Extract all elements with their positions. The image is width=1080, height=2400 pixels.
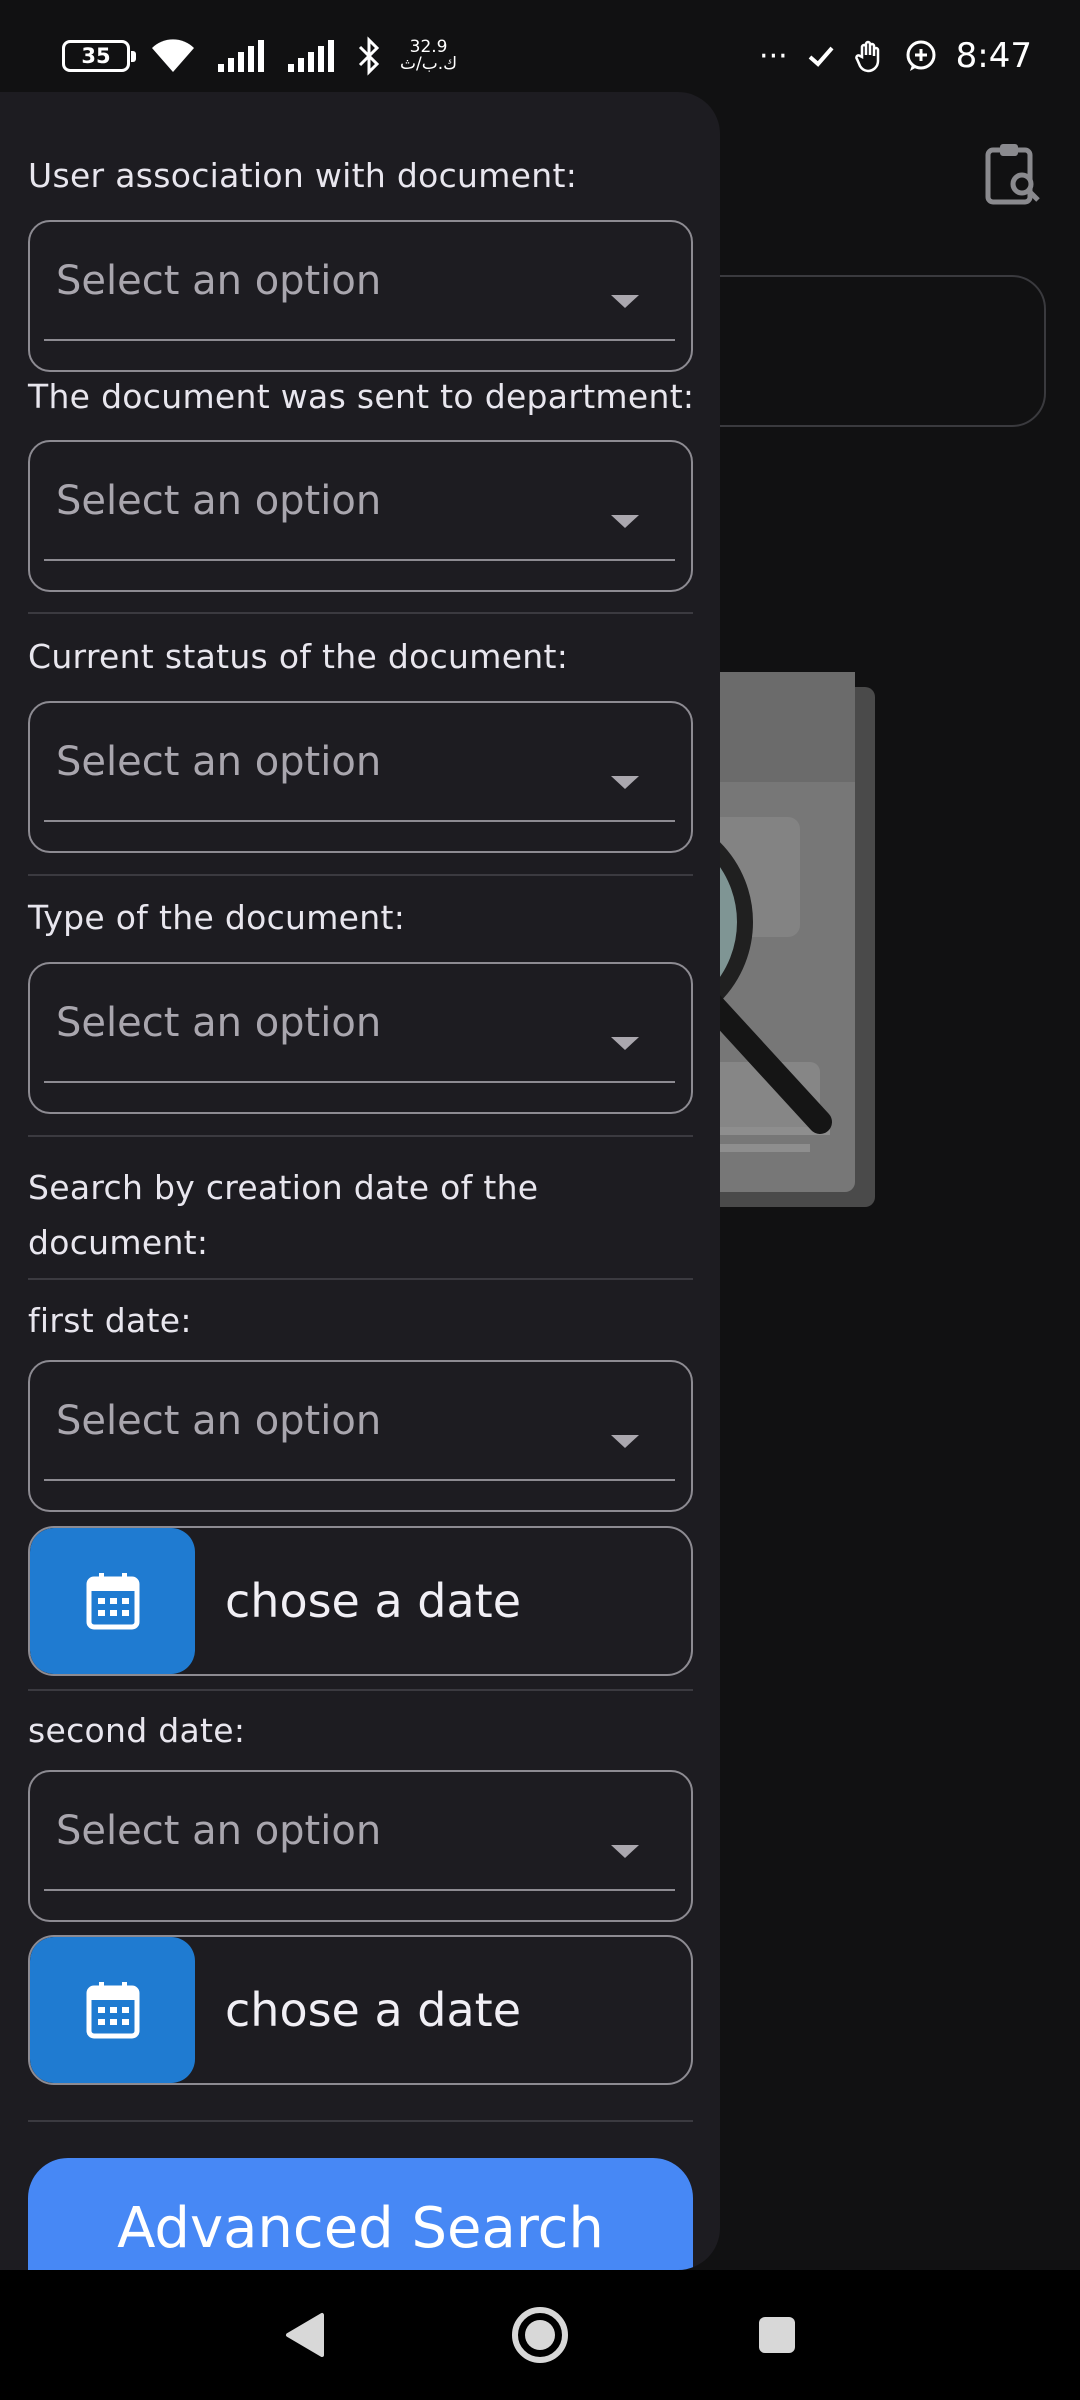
clock: 8:47	[955, 36, 1032, 76]
dropdown-arrow-icon[interactable]	[611, 1435, 639, 1448]
signal-icon	[288, 40, 334, 72]
status-select[interactable]: Select an option	[28, 701, 693, 853]
battery-level: 35	[81, 44, 111, 68]
speed-unit: ك.ب/ث	[400, 54, 458, 74]
divider	[28, 1135, 693, 1137]
recents-button[interactable]	[752, 2270, 802, 2400]
divider	[28, 612, 693, 614]
second-date-label: second date:	[28, 1711, 246, 1750]
type-select[interactable]: Select an option	[28, 962, 693, 1114]
hand-icon	[854, 40, 879, 73]
navigation-bar	[0, 2270, 1080, 2400]
advanced-search-drawer: User association with document: Select a…	[0, 92, 720, 2270]
calendar-icon	[86, 1982, 139, 2039]
status-label: Current status of the document:	[28, 637, 569, 676]
back-button[interactable]	[270, 2270, 340, 2400]
network-speed: 32.9 ك.ب/ث	[400, 39, 457, 73]
date-button-label: chose a date	[225, 1983, 522, 2037]
status-bar: 35 32.9 ك.ب/ث ··· 8:47	[0, 0, 1080, 112]
department-label: The document was sent to department:	[28, 377, 695, 416]
status-left: 35 32.9 ك.ب/ث	[62, 36, 457, 76]
check-icon	[808, 46, 834, 67]
select-placeholder: Select an option	[56, 1807, 382, 1854]
calendar-icon	[86, 1573, 139, 1630]
select-input-area[interactable]: Select an option	[44, 222, 675, 341]
dropdown-arrow-icon[interactable]	[611, 515, 639, 528]
battery-icon: 35	[62, 40, 136, 72]
select-placeholder: Select an option	[56, 257, 382, 304]
chat-plus-icon	[906, 40, 936, 71]
department-select[interactable]: Select an option	[28, 440, 693, 592]
calendar-button[interactable]	[30, 1528, 195, 1674]
advanced-search-label: Advanced Search	[117, 2196, 604, 2261]
user-association-label: User association with document:	[28, 156, 578, 195]
first-date-label: first date:	[28, 1301, 192, 1340]
home-button[interactable]	[505, 2270, 575, 2400]
home-icon	[512, 2307, 568, 2363]
overflow-dots: ···	[759, 38, 788, 74]
divider	[28, 2120, 693, 2122]
select-placeholder: Select an option	[56, 999, 382, 1046]
bluetooth-icon	[358, 36, 380, 76]
second-date-select[interactable]: Select an option	[28, 1770, 693, 1922]
select-placeholder: Select an option	[56, 738, 382, 785]
first-date-select[interactable]: Select an option	[28, 1360, 693, 1512]
dropdown-arrow-icon[interactable]	[611, 1845, 639, 1858]
select-input-area[interactable]: Select an option	[44, 703, 675, 822]
clipboard-search-icon[interactable]	[982, 142, 1042, 206]
user-association-select[interactable]: Select an option	[28, 220, 693, 372]
status-right: ··· 8:47	[759, 36, 1032, 76]
divider	[28, 1689, 693, 1691]
select-input-area[interactable]: Select an option	[44, 1362, 675, 1481]
dropdown-arrow-icon[interactable]	[611, 776, 639, 789]
signal-icon	[218, 40, 264, 72]
recents-icon	[759, 2317, 795, 2353]
screen: 35 32.9 ك.ب/ث ··· 8:47 User association …	[0, 0, 1080, 2400]
wifi-icon	[152, 39, 194, 72]
divider	[28, 1278, 693, 1280]
select-placeholder: Select an option	[56, 1397, 382, 1444]
second-date-picker-button[interactable]: chose a date	[28, 1935, 693, 2085]
date-button-label: chose a date	[225, 1574, 522, 1628]
first-date-picker-button[interactable]: chose a date	[28, 1526, 693, 1676]
advanced-search-button[interactable]: Advanced Search	[28, 2158, 693, 2270]
type-label: Type of the document:	[28, 898, 406, 937]
select-input-area[interactable]: Select an option	[44, 964, 675, 1083]
back-icon	[286, 2313, 324, 2357]
select-placeholder: Select an option	[56, 477, 382, 524]
dropdown-arrow-icon[interactable]	[611, 1037, 639, 1050]
creation-date-heading: Search by creation date of the document:	[28, 1168, 539, 1262]
select-input-area[interactable]: Select an option	[44, 1772, 675, 1891]
calendar-button[interactable]	[30, 1937, 195, 2083]
divider	[28, 874, 693, 876]
dropdown-arrow-icon[interactable]	[611, 295, 639, 308]
select-input-area[interactable]: Select an option	[44, 442, 675, 561]
